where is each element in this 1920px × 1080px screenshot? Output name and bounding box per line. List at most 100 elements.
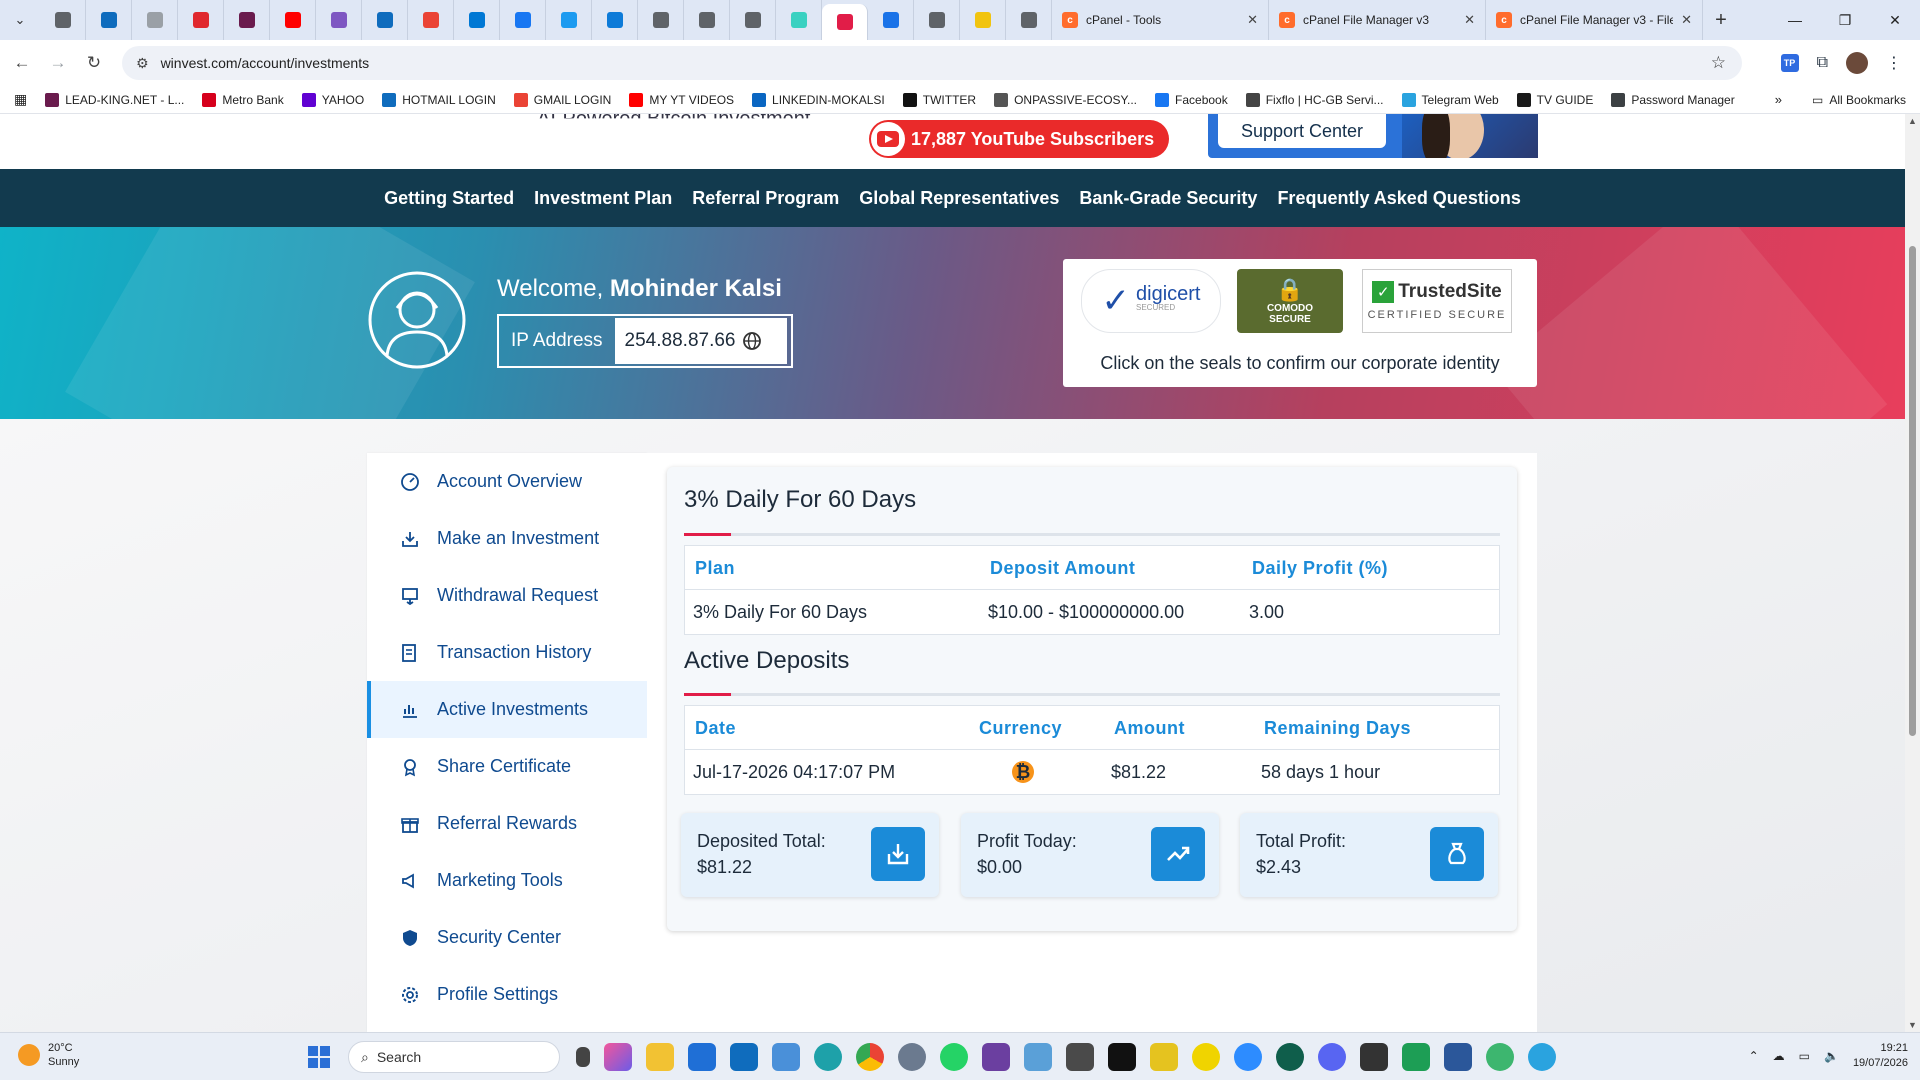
close-tab-icon[interactable]: ✕ [1247,12,1258,28]
pinned-tab-5[interactable] [270,0,316,40]
windows-start-icon[interactable] [308,1046,330,1068]
nav-faq[interactable]: Frequently Asked Questions [1277,188,1520,209]
weather-widget[interactable]: 20°C Sunny [18,1041,79,1069]
address-bar[interactable]: ⚙ winvest.com/account/investments ☆ [122,46,1742,80]
minimize-icon[interactable]: — [1770,0,1820,40]
bookmark-item[interactable]: YAHOO [301,92,364,107]
profile-avatar[interactable] [1846,52,1868,74]
sidebar-item-share-certificate[interactable]: Share Certificate [367,738,647,795]
site-info-icon[interactable]: ⚙ [136,55,149,72]
extension-tp-icon[interactable]: TP [1780,54,1799,72]
cloud-icon[interactable]: ☁ [1773,1049,1785,1063]
bookmark-item[interactable]: Password Manager [1611,92,1735,107]
excel-icon[interactable] [1402,1043,1430,1071]
pinned-tab-13[interactable] [638,0,684,40]
sidebar-item-profile-settings[interactable]: Profile Settings [367,966,647,1023]
all-bookmarks-folder[interactable]: ▭ All Bookmarks [1812,93,1906,107]
calculator-icon[interactable] [772,1043,800,1071]
nav-investment-plan[interactable]: Investment Plan [534,188,672,209]
nav-referral-program[interactable]: Referral Program [692,188,839,209]
copilot-icon[interactable] [604,1043,632,1071]
sidebar-item-account-overview[interactable]: Account Overview [367,453,647,510]
taskbar-search[interactable]: ⌕ Search [348,1041,560,1073]
tab-search-chevron-icon[interactable]: ⌄ [0,0,40,40]
sidebar-item-transaction-history[interactable]: Transaction History [367,624,647,681]
close-window-icon[interactable]: ✕ [1870,0,1920,40]
tab-cpanel-file-manager-2[interactable]: c cPanel File Manager v3 - File ✕ [1486,0,1703,40]
photos-icon[interactable] [1024,1043,1052,1071]
telegram-icon[interactable] [1528,1043,1556,1071]
chrome-icon[interactable] [856,1043,884,1071]
apps-grid-icon[interactable]: ▦ [14,91,27,108]
bookmark-item[interactable]: Facebook [1155,92,1228,107]
pinned-tab-21[interactable] [1006,0,1052,40]
bookmark-item[interactable]: HOTMAIL LOGIN [382,92,496,107]
outlook-icon[interactable] [730,1043,758,1071]
file-explorer-icon[interactable] [646,1043,674,1071]
nav-bank-grade-security[interactable]: Bank-Grade Security [1079,188,1257,209]
sidebar-item-make-investment[interactable]: Make an Investment [367,510,647,567]
close-tab-icon[interactable]: ✕ [1681,12,1692,28]
digicert-seal[interactable]: ✓ digicert SECURED [1081,269,1221,333]
sidebar-item-marketing-tools[interactable]: Marketing Tools [367,852,647,909]
pinned-tab-10[interactable] [500,0,546,40]
support-center-banner[interactable]: Support Center [1208,114,1538,158]
forward-arrow-icon[interactable]: → [40,53,76,73]
settings-icon[interactable] [898,1043,926,1071]
pinned-tab-9[interactable] [454,0,500,40]
bookmark-item[interactable]: TV GUIDE [1516,92,1593,107]
store-icon[interactable] [688,1043,716,1071]
pinned-tab-16[interactable] [776,0,822,40]
bookmark-star-icon[interactable]: ☆ [1711,53,1726,73]
edge-icon[interactable] [814,1043,842,1071]
clock[interactable]: 19:21 19/07/2026 [1853,1041,1908,1071]
volume-icon[interactable]: 🔈 [1824,1049,1839,1063]
pinned-tab-18[interactable] [868,0,914,40]
pinned-tab-2[interactable] [132,0,178,40]
chevron-up-icon[interactable]: ⌃ [1749,1049,1759,1063]
extensions-puzzle-icon[interactable]: ⧉ [1817,54,1828,72]
scroll-down-icon[interactable]: ▼ [1908,1020,1917,1030]
pinned-tab-8[interactable] [408,0,454,40]
app-icon[interactable] [1276,1043,1304,1071]
nav-getting-started[interactable]: Getting Started [384,188,514,209]
pinned-tab-12[interactable] [592,0,638,40]
bookmark-item[interactable]: Telegram Web [1401,92,1499,107]
zoom-icon[interactable] [1234,1043,1262,1071]
back-arrow-icon[interactable]: ← [4,53,40,73]
pinned-tab-6[interactable] [316,0,362,40]
pinned-tab-1[interactable] [86,0,132,40]
app-icon[interactable] [1486,1043,1514,1071]
close-tab-icon[interactable]: ✕ [1464,12,1475,28]
network-icon[interactable]: ▭ [1799,1049,1810,1063]
tab-cpanel-file-manager[interactable]: c cPanel File Manager v3 ✕ [1269,0,1486,40]
sidebar-item-security-center[interactable]: Security Center [367,909,647,966]
youtube-subscribers-button[interactable]: 17,887 YouTube Subscribers [869,120,1169,158]
scroll-up-icon[interactable]: ▲ [1908,116,1917,126]
bookmark-item[interactable]: LINKEDIN-MOKALSI [752,92,885,107]
pinned-tab-15[interactable] [730,0,776,40]
sidebar-item-referral-rewards[interactable]: Referral Rewards [367,795,647,852]
slack-icon[interactable] [982,1043,1010,1071]
pinned-tab-20[interactable] [960,0,1006,40]
app-icon[interactable] [1150,1043,1178,1071]
discord-icon[interactable] [1318,1043,1346,1071]
nav-global-representatives[interactable]: Global Representatives [859,188,1059,209]
bookmark-item[interactable]: Fixflo | HC-GB Servi... [1245,92,1384,107]
pinned-tab-17[interactable] [822,4,868,40]
pinned-tab-4[interactable] [224,0,270,40]
browser-menu-icon[interactable]: ⋮ [1886,53,1902,73]
pinned-tab-7[interactable] [362,0,408,40]
sidebar-item-active-investments[interactable]: Active Investments [367,681,647,738]
restore-icon[interactable]: ❐ [1820,0,1870,40]
bookmark-item[interactable]: MY YT VIDEOS [629,92,734,107]
bookmark-item[interactable]: LEAD-KING.NET - L... [45,92,184,107]
bitwarden-icon[interactable] [1108,1043,1136,1071]
tab-cpanel-tools[interactable]: c cPanel - Tools ✕ [1052,0,1269,40]
bookmark-item[interactable]: TWITTER [902,92,976,107]
comodo-seal[interactable]: 🔒 COMODO SECURE [1237,269,1343,333]
pinned-tab-3[interactable] [178,0,224,40]
sidebar-item-withdrawal-request[interactable]: Withdrawal Request [367,567,647,624]
pinned-tab-19[interactable] [914,0,960,40]
bookmark-item[interactable]: ONPASSIVE-ECOSY... [994,92,1137,107]
